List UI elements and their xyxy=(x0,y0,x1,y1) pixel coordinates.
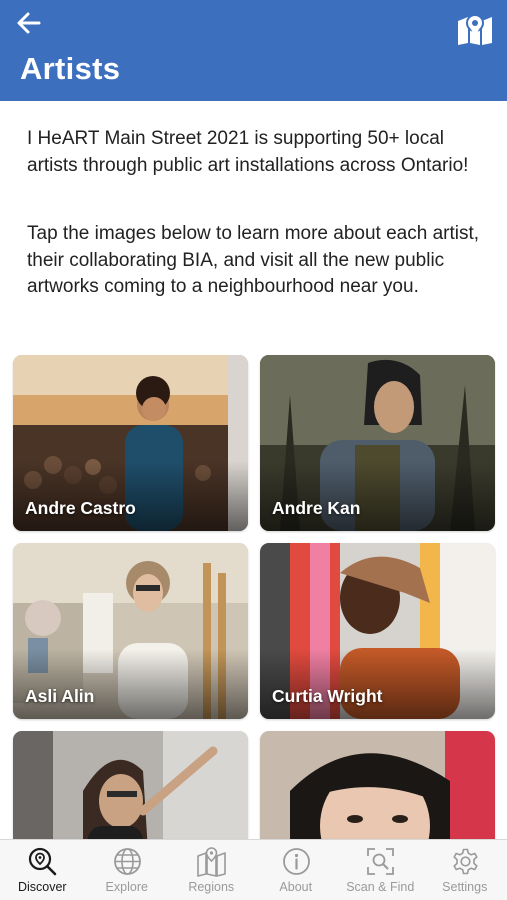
app-header: Artists xyxy=(0,0,507,101)
tab-about[interactable]: About xyxy=(254,840,339,900)
content-area[interactable]: I HeART Main Street 2021 is supporting 5… xyxy=(0,101,507,839)
bottom-tab-bar: Discover Explore Regions About Scan & Fi… xyxy=(0,839,507,900)
magnifier-pin-icon xyxy=(28,847,57,876)
info-icon xyxy=(282,848,310,875)
tab-label: Explore xyxy=(105,880,148,894)
globe-icon xyxy=(113,848,141,875)
map-view-button[interactable] xyxy=(457,12,493,46)
artist-name: Andre Castro xyxy=(25,498,136,518)
card-gradient xyxy=(260,649,495,719)
artist-card[interactable]: Andre Castro xyxy=(13,355,248,531)
artist-name: Curtia Wright xyxy=(272,686,383,706)
page-title: Artists xyxy=(20,51,121,86)
card-gradient xyxy=(13,649,248,719)
artist-card[interactable] xyxy=(260,731,495,839)
artist-name: Asli Alin xyxy=(25,686,95,706)
intro-paragraph: I HeART Main Street 2021 is supporting 5… xyxy=(27,128,469,176)
tab-explore[interactable]: Explore xyxy=(85,840,170,900)
artists-screen: Artists I HeART Main Street 2021 is supp… xyxy=(0,0,507,900)
card-gradient xyxy=(13,461,248,531)
artist-card[interactable] xyxy=(13,731,248,839)
folded-map-pin-icon xyxy=(458,14,492,45)
tab-label: About xyxy=(279,880,313,894)
tab-label: Settings xyxy=(442,880,488,894)
card-gradient xyxy=(260,461,495,531)
tab-label: Regions xyxy=(188,880,235,894)
back-button[interactable] xyxy=(14,8,44,38)
gear-icon xyxy=(452,848,478,875)
scan-icon xyxy=(367,848,394,875)
artist-photo xyxy=(260,731,495,839)
tab-label: Discover xyxy=(17,880,67,894)
map-icon xyxy=(197,847,226,877)
artist-card[interactable]: Curtia Wright xyxy=(260,543,495,719)
artist-card[interactable]: Asli Alin xyxy=(13,543,248,719)
tab-discover[interactable]: Discover xyxy=(0,840,85,900)
instructions-paragraph: Tap the images below to learn more about… xyxy=(27,223,480,298)
artist-photo xyxy=(13,731,248,839)
tab-label: Scan & Find xyxy=(346,880,415,894)
tab-settings[interactable]: Settings xyxy=(423,840,507,900)
tab-regions[interactable]: Regions xyxy=(169,840,254,900)
artist-name: Andre Kan xyxy=(272,498,361,518)
tab-scan-find[interactable]: Scan & Find xyxy=(338,840,423,900)
arrow-left-icon xyxy=(17,12,41,34)
artist-card[interactable]: Andre Kan xyxy=(260,355,495,531)
